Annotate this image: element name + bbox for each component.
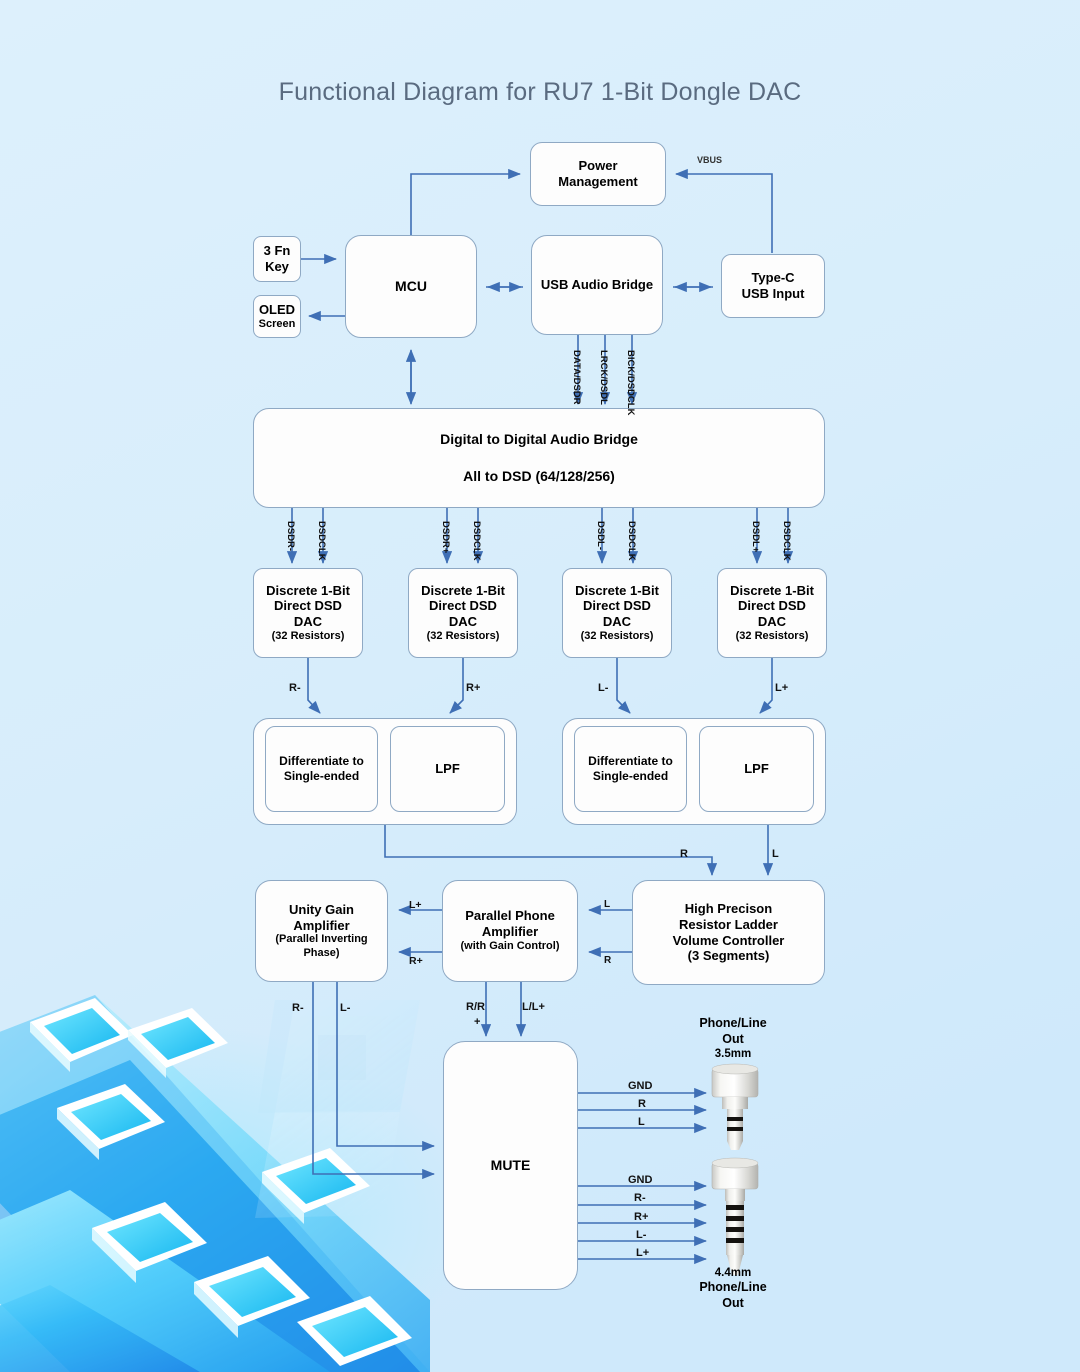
jack44-size: 4.4mm (714, 1267, 752, 1279)
jack44-caption-line2: Out (722, 1296, 744, 1310)
jack-graphics (711, 1063, 759, 1275)
jack-3-5mm-icon (711, 1063, 759, 1150)
diagram-canvas: Functional Diagram for RU7 1-Bit Dongle … (0, 0, 1080, 1372)
jack-4-4mm-icon (711, 1157, 759, 1275)
jack44-caption: 4.4mm Phone/Line Out (668, 1266, 798, 1312)
jack44-caption-line1: Phone/Line (699, 1280, 767, 1295)
